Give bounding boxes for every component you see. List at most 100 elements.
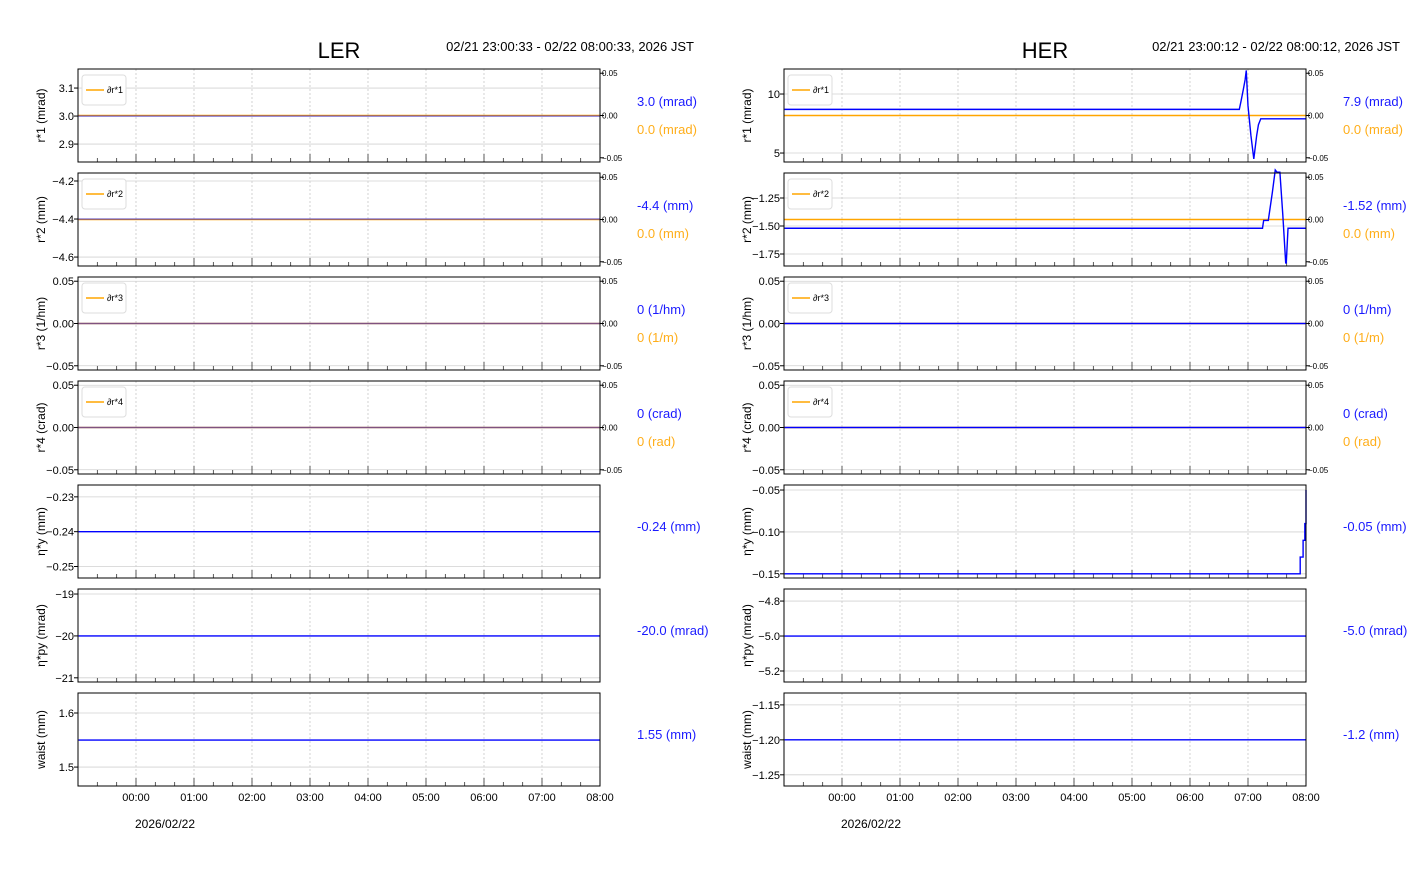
y-tick-label: 0.00 bbox=[53, 423, 74, 435]
x-tick-label: 03:00 bbox=[1002, 792, 1030, 804]
delta-value-label: 0 (rad) bbox=[1343, 434, 1381, 449]
y-tick-label: −5.2 bbox=[758, 666, 780, 678]
current-value-label: 1.55 (mm) bbox=[637, 727, 696, 742]
y-axis-label: η*y (mm) bbox=[740, 507, 754, 556]
x-tick-label: 01:00 bbox=[180, 792, 208, 804]
right-y-tick-label: 0.05 bbox=[1308, 277, 1324, 286]
delta-value-label: 0 (rad) bbox=[637, 434, 675, 449]
y-tick-label: 10 bbox=[768, 89, 780, 101]
y-tick-label: −4.8 bbox=[758, 596, 780, 608]
y-axis-label: r*4 (crad) bbox=[740, 402, 754, 452]
x-tick-label: 05:00 bbox=[412, 792, 440, 804]
time-range-label: 02/21 23:00:12 - 02/22 08:00:12, 2026 JS… bbox=[1152, 39, 1400, 54]
right-y-tick-label: 0.00 bbox=[602, 424, 618, 433]
chart-title: HER bbox=[1022, 38, 1068, 63]
y-tick-label: −4.2 bbox=[52, 176, 74, 188]
panel: −0.25 −0.24 −0.23 η*y (mm) -0.24 (mm) bbox=[34, 484, 701, 579]
legend-label: ∂r*4 bbox=[107, 397, 123, 407]
right-y-tick-label: −0.05 bbox=[602, 362, 623, 371]
x-tick-label: 06:00 bbox=[470, 792, 498, 804]
y-tick-label: 1.5 bbox=[59, 762, 74, 774]
y-tick-label: −1.25 bbox=[752, 193, 780, 205]
right-y-tick-label: −0.05 bbox=[1308, 466, 1329, 475]
x-tick-label: 07:00 bbox=[1234, 792, 1262, 804]
y-tick-label: 1.6 bbox=[59, 708, 74, 720]
current-value-label: 7.9 (mrad) bbox=[1343, 94, 1403, 109]
right-y-tick-label: 0.00 bbox=[602, 320, 618, 329]
legend-label: ∂r*3 bbox=[107, 293, 123, 303]
panel: −0.05 0.00 0.05 0.05 0.00 −0.05 ∂r*3 r*3 (1/hm)… bbox=[740, 276, 1391, 373]
right-y-tick-label: 0.00 bbox=[1308, 112, 1324, 121]
right-y-tick-label: 0.00 bbox=[1308, 216, 1324, 225]
legend: ∂r*1 bbox=[81, 74, 127, 106]
right-y-tick-label: 0.05 bbox=[602, 381, 618, 390]
current-value-label: 0 (crad) bbox=[637, 406, 682, 421]
current-value-label: -4.4 (mm) bbox=[637, 198, 693, 213]
right-y-tick-label: 0.05 bbox=[1308, 69, 1324, 78]
date-label: 2026/02/22 bbox=[841, 817, 901, 831]
panel: −0.15 −0.10 −0.05 η*y (mm) -0.05 (mm) bbox=[740, 484, 1407, 581]
legend: ∂r*3 bbox=[787, 282, 833, 314]
y-axis-label: r*1 (mrad) bbox=[34, 88, 48, 142]
y-tick-label: 0.05 bbox=[53, 276, 74, 288]
y-tick-label: −0.24 bbox=[46, 527, 74, 539]
y-tick-label: −1.25 bbox=[752, 770, 780, 782]
right-y-tick-label: 0.05 bbox=[1308, 173, 1324, 182]
delta-value-label: 0 (1/m) bbox=[1343, 330, 1384, 345]
y-axis-label: r*3 (1/hm) bbox=[740, 297, 754, 350]
time-range-label: 02/21 23:00:33 - 02/22 08:00:33, 2026 JS… bbox=[446, 39, 694, 54]
right-y-tick-label: −0.05 bbox=[1308, 258, 1329, 267]
x-tick-label: 05:00 bbox=[1118, 792, 1146, 804]
y-tick-label: −1.15 bbox=[752, 700, 780, 712]
axes-frame bbox=[783, 484, 1307, 579]
panel: 5 10 0.05 0.00 −0.05 ∂r*1 r*1 (mrad) 7.9 (mrad)… bbox=[740, 68, 1403, 163]
x-tick-label: 00:00 bbox=[828, 792, 856, 804]
y-axis-label: η*y (mm) bbox=[34, 507, 48, 556]
figure: LER 02/21 23:00:33 - 02/22 08:00:33, 2026… bbox=[34, 38, 1407, 831]
panel: −1.25 −1.20 −1.15waist (mm) -1.2 (mm) 00:00 0… bbox=[740, 692, 1399, 831]
y-tick-label: 5 bbox=[774, 148, 780, 160]
panel: −4.6 −4.4 −4.2 0.05 0.00 −0.05 ∂r*2 r*2 (mm) -4.… bbox=[34, 172, 693, 267]
y-tick-label: 0.05 bbox=[53, 380, 74, 392]
delta-value-label: 0.0 (mrad) bbox=[1343, 122, 1403, 137]
right-y-tick-label: 0.00 bbox=[602, 112, 618, 121]
y-tick-label: −0.05 bbox=[752, 465, 780, 477]
legend: ∂r*2 bbox=[81, 178, 127, 210]
current-value-label: -1.2 (mm) bbox=[1343, 727, 1399, 742]
date-label: 2026/02/22 bbox=[135, 817, 195, 831]
legend-label: ∂r*3 bbox=[813, 293, 829, 303]
x-tick-label: 04:00 bbox=[354, 792, 382, 804]
y-tick-label: −5.0 bbox=[758, 631, 780, 643]
right-y-tick-label: 0.05 bbox=[1308, 381, 1324, 390]
x-tick-label: 04:00 bbox=[1060, 792, 1088, 804]
legend-label: ∂r*2 bbox=[813, 189, 829, 199]
panel: 1.5 1.6 waist (mm) 1.55 (mm) 00:00 01:00 02:00… bbox=[34, 692, 696, 831]
right-y-tick-label: −0.05 bbox=[1308, 362, 1329, 371]
x-tick-label: 06:00 bbox=[1176, 792, 1204, 804]
y-tick-label: 0.05 bbox=[759, 276, 780, 288]
x-tick-label: 02:00 bbox=[944, 792, 972, 804]
y-axis-label: r*3 (1/hm) bbox=[34, 297, 48, 350]
y-tick-label: −0.25 bbox=[46, 562, 74, 574]
y-tick-label: 2.9 bbox=[59, 139, 74, 151]
x-tick-label: 08:00 bbox=[1292, 792, 1320, 804]
current-value-label: 0 (crad) bbox=[1343, 406, 1388, 421]
panel: 2.9 3.0 3.1 0.05 0.00 −0.05 ∂r*1 r*1 (mrad) 3.0 … bbox=[34, 68, 697, 163]
y-tick-label: 0.00 bbox=[53, 319, 74, 331]
y-tick-label: 3.1 bbox=[59, 83, 74, 95]
legend-label: ∂r*1 bbox=[813, 85, 829, 95]
ler-chart: LER 02/21 23:00:33 - 02/22 08:00:33, 2026… bbox=[34, 38, 709, 831]
current-value-label: -0.05 (mm) bbox=[1343, 519, 1407, 534]
y-tick-label: 3.0 bbox=[59, 111, 74, 123]
legend-label: ∂r*2 bbox=[107, 189, 123, 199]
y-tick-label: −0.05 bbox=[46, 361, 74, 373]
right-y-tick-label: −0.05 bbox=[602, 154, 623, 163]
y-axis-label: r*2 (mm) bbox=[740, 196, 754, 243]
delta-value-label: 0.0 (mm) bbox=[637, 226, 689, 241]
y-tick-label: −21 bbox=[55, 673, 74, 685]
delta-value-label: 0.0 (mm) bbox=[1343, 226, 1395, 241]
y-tick-label: −20 bbox=[55, 631, 74, 643]
panel: −21 −20 −19 η*py (mrad) -20.0 (mrad) bbox=[34, 588, 709, 685]
y-tick-label: −0.10 bbox=[752, 527, 780, 539]
y-axis-label: r*4 (crad) bbox=[34, 402, 48, 452]
